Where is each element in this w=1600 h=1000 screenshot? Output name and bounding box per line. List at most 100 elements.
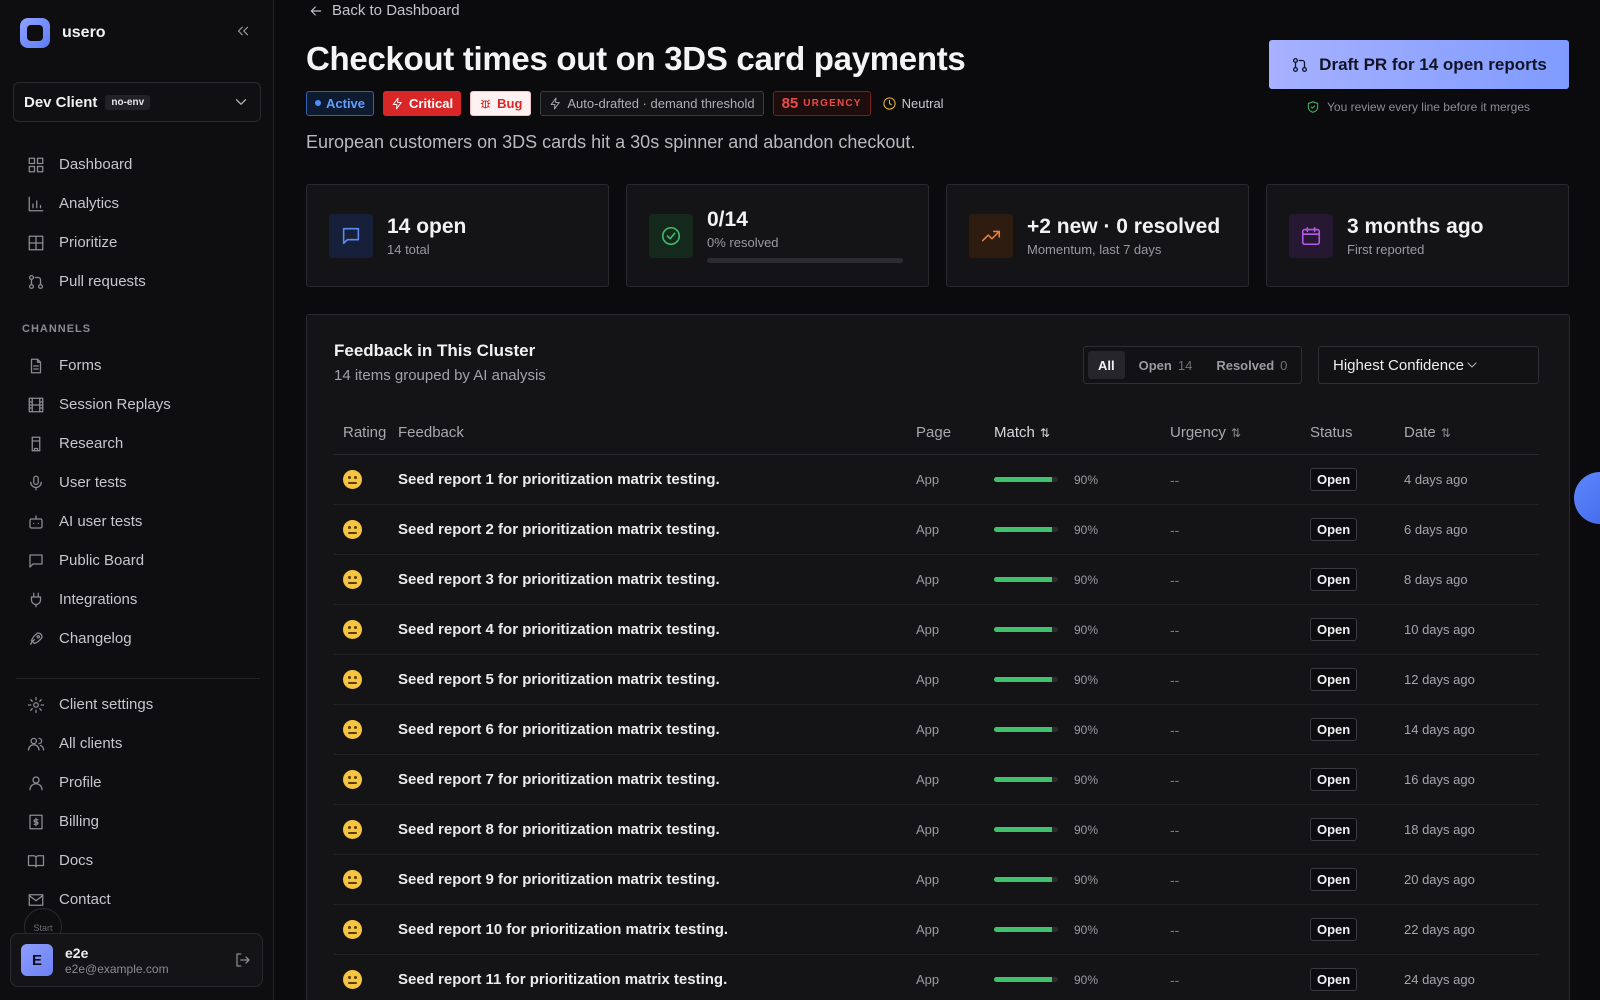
table-row[interactable]: Seed report 3 for prioritization matrix …	[334, 555, 1539, 605]
rating-cell	[334, 870, 398, 889]
sidebar-item-research[interactable]: Research	[14, 424, 262, 463]
page-cell: App	[916, 522, 940, 537]
neutral-face-icon	[343, 570, 362, 589]
client-selector[interactable]: Dev Client no-env	[13, 82, 261, 122]
rocket-icon	[27, 630, 45, 648]
sidebar-item-session-replays[interactable]: Session Replays	[14, 385, 262, 424]
analytics-icon	[27, 195, 45, 213]
logout-icon[interactable]	[234, 951, 252, 969]
sidebar-item-ai-user-tests[interactable]: AI user tests	[14, 502, 262, 541]
sidebar-item-analytics[interactable]: Analytics	[14, 184, 262, 223]
neutral-face-icon	[343, 970, 362, 989]
settings-nav: Client settings All clients Profile Bill…	[14, 685, 262, 919]
table-row[interactable]: Seed report 11 for prioritization matrix…	[334, 955, 1539, 1000]
user-icon	[27, 774, 45, 792]
feedback-text[interactable]: Seed report 5 for prioritization matrix …	[398, 671, 916, 688]
user-email: e2e@example.com	[65, 961, 169, 976]
sidebar-item-label: Integrations	[59, 591, 138, 608]
table-row[interactable]: Seed report 2 for prioritization matrix …	[334, 505, 1539, 555]
column-label: Rating	[343, 424, 387, 441]
table-row[interactable]: Seed report 8 for prioritization matrix …	[334, 805, 1539, 855]
sidebar-item-profile[interactable]: Profile	[14, 763, 262, 802]
match-value: 90%	[1074, 822, 1099, 837]
match-bar	[994, 877, 1058, 882]
page-cell: App	[916, 622, 940, 637]
feedback-text[interactable]: Seed report 3 for prioritization matrix …	[398, 571, 916, 588]
sidebar-item-all-clients[interactable]: All clients	[14, 724, 262, 763]
check-circle-icon	[649, 213, 693, 258]
draft-pr-button[interactable]: Draft PR for 14 open reports	[1269, 40, 1569, 89]
sidebar-item-pull-requests[interactable]: Pull requests	[14, 262, 262, 301]
feedback-text[interactable]: Seed report 10 for prioritization matrix…	[398, 921, 916, 938]
user-card[interactable]: E e2e e2e@example.com	[10, 933, 263, 987]
match-value: 90%	[1074, 572, 1099, 587]
column-header-urgency[interactable]: Urgency ⇅	[1170, 424, 1310, 441]
back-label: Back to Dashboard	[332, 2, 460, 19]
urgency-cell: --	[1170, 871, 1180, 888]
nav-section-channels: CHANNELS	[22, 323, 92, 335]
sidebar-item-billing[interactable]: Billing	[14, 802, 262, 841]
filter-tab-open[interactable]: Open 14	[1129, 351, 1203, 379]
feedback-text[interactable]: Seed report 9 for prioritization matrix …	[398, 871, 916, 888]
feedback-text[interactable]: Seed report 7 for prioritization matrix …	[398, 771, 916, 788]
panel-title: Feedback in This Cluster	[334, 341, 536, 360]
sidebar-item-prioritize[interactable]: Prioritize	[14, 223, 262, 262]
column-label: Feedback	[398, 424, 464, 441]
brand[interactable]: usero	[20, 18, 106, 48]
column-label: Urgency	[1170, 424, 1226, 441]
status-badge: Open	[1310, 918, 1358, 941]
table-row[interactable]: Seed report 5 for prioritization matrix …	[334, 655, 1539, 705]
sidebar-item-public-board[interactable]: Public Board	[14, 541, 262, 580]
sidebar-item-label: All clients	[59, 735, 123, 752]
rating-cell	[334, 470, 398, 489]
draft-pr-label: Draft PR for 14 open reports	[1319, 54, 1547, 74]
sort-select[interactable]: Highest Confidence	[1318, 346, 1539, 384]
sidebar-item-docs[interactable]: Docs	[14, 841, 262, 880]
sidebar-item-forms[interactable]: Forms	[14, 346, 262, 385]
filter-tab-resolved[interactable]: Resolved 0	[1206, 351, 1297, 379]
feedback-text[interactable]: Seed report 8 for prioritization matrix …	[398, 821, 916, 838]
status-cell: Open	[1310, 718, 1404, 741]
table-row[interactable]: Seed report 7 for prioritization matrix …	[334, 755, 1539, 805]
sidebar-item-integrations[interactable]: Integrations	[14, 580, 262, 619]
feedback-text[interactable]: Seed report 2 for prioritization matrix …	[398, 521, 916, 538]
column-header-match[interactable]: Match ⇅	[994, 424, 1170, 441]
urgency-cell: --	[1170, 971, 1180, 988]
column-header-page: Page	[916, 424, 994, 441]
date-cell: 18 days ago	[1404, 822, 1475, 837]
sidebar-item-dashboard[interactable]: Dashboard	[14, 145, 262, 184]
feedback-text[interactable]: Seed report 6 for prioritization matrix …	[398, 721, 916, 738]
sidebar-item-label: Prioritize	[59, 234, 118, 251]
table-row[interactable]: Seed report 9 for prioritization matrix …	[334, 855, 1539, 905]
sidebar-item-label: Research	[59, 435, 124, 452]
feedback-text[interactable]: Seed report 4 for prioritization matrix …	[398, 621, 916, 638]
back-to-dashboard-link[interactable]: Back to Dashboard	[308, 2, 460, 19]
column-label: Date	[1404, 424, 1436, 441]
table-row[interactable]: Seed report 10 for prioritization matrix…	[334, 905, 1539, 955]
feedback-text[interactable]: Seed report 1 for prioritization matrix …	[398, 471, 916, 488]
sidebar-item-changelog[interactable]: Changelog	[14, 619, 262, 658]
feedback-text[interactable]: Seed report 11 for prioritization matrix…	[398, 971, 916, 988]
rating-cell	[334, 670, 398, 689]
status-badge-active: Active	[306, 90, 375, 116]
sidebar-item-client-settings[interactable]: Client settings	[14, 685, 262, 724]
filter-tab-all[interactable]: All	[1088, 351, 1125, 379]
sidebar-item-user-tests[interactable]: User tests	[14, 463, 262, 502]
stat-label: First reported	[1347, 241, 1425, 257]
status-cell: Open	[1310, 918, 1404, 941]
table-row[interactable]: Seed report 6 for prioritization matrix …	[334, 705, 1539, 755]
brand-logo	[20, 18, 50, 48]
sidebar-item-label: Client settings	[59, 696, 154, 713]
match-bar	[994, 577, 1058, 582]
status-badge: Open	[1310, 668, 1358, 691]
sentiment-label: Neutral	[901, 95, 944, 111]
column-header-date[interactable]: Date ⇅	[1404, 424, 1451, 441]
table-row[interactable]: Seed report 1 for prioritization matrix …	[334, 455, 1539, 505]
rating-cell	[334, 820, 398, 839]
table-row[interactable]: Seed report 4 for prioritization matrix …	[334, 605, 1539, 655]
rating-cell	[334, 720, 398, 739]
status-badge: Open	[1310, 518, 1358, 541]
collapse-sidebar-icon[interactable]	[234, 22, 252, 40]
match-bar-fill	[994, 577, 1052, 582]
status-badge: Open	[1310, 468, 1358, 491]
